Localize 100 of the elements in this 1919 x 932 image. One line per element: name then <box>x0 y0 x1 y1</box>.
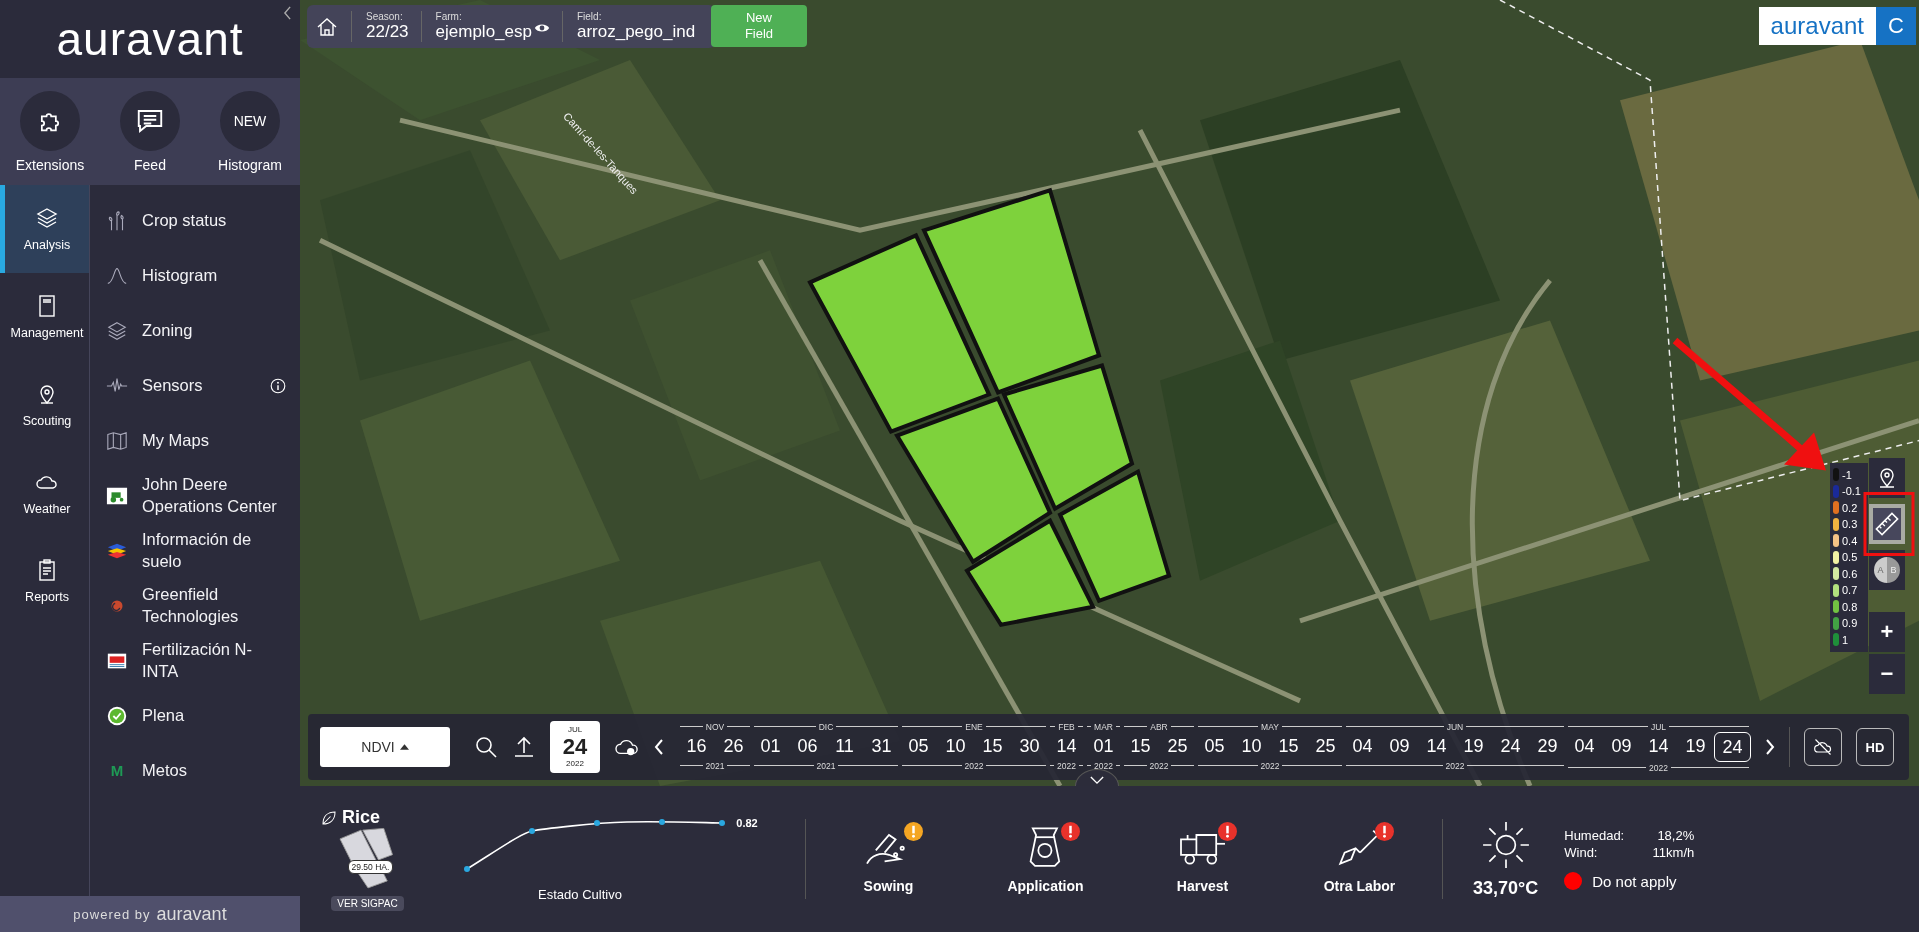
menu-item[interactable]: Metos <box>142 759 286 782</box>
menu-item[interactable]: My Maps <box>142 429 286 452</box>
menu-item[interactable]: Fertilización N-INTA <box>142 639 286 682</box>
ndvi-field[interactable] <box>894 396 1053 565</box>
eye-icon[interactable] <box>533 22 550 34</box>
new-badge[interactable]: NEW <box>220 90 280 151</box>
date-item[interactable]: 15 <box>1270 732 1307 760</box>
date-item[interactable]: 10 <box>937 732 974 760</box>
menu-item[interactable]: Sensors <box>142 374 256 397</box>
date-item[interactable]: 24 <box>1714 732 1751 762</box>
upload-icon[interactable] <box>512 735 536 759</box>
season-value[interactable]: 22/23 <box>366 22 409 42</box>
date-item[interactable]: 14 <box>1640 732 1677 762</box>
nav-tab[interactable]: Weather <box>0 449 89 537</box>
legend-label: 0.8 <box>1842 600 1858 613</box>
search-icon[interactable] <box>474 735 498 759</box>
ndvi-field[interactable] <box>921 187 1102 395</box>
weather-value: 18,2% <box>1657 828 1695 843</box>
cloud-off-button[interactable] <box>1804 728 1842 766</box>
date-item[interactable]: 06 <box>789 732 826 760</box>
date-item[interactable]: 31 <box>863 732 900 760</box>
data-point <box>594 819 601 826</box>
powered-by-label: powered by <box>73 906 151 922</box>
ndvi-field[interactable] <box>1057 468 1172 604</box>
compare-tool-button[interactable]: A B <box>1869 550 1905 590</box>
date-item[interactable]: 09 <box>1603 732 1640 762</box>
date-item[interactable]: 16 <box>678 732 715 760</box>
date-item[interactable]: 01 <box>1085 732 1122 760</box>
menu-item[interactable]: Greenfield Technologies <box>142 584 286 627</box>
caret-up-icon <box>399 744 409 750</box>
warning-icon <box>1060 822 1080 841</box>
year-label: 2021 <box>705 760 725 771</box>
info-icon[interactable] <box>270 377 286 394</box>
month-label: ENE <box>965 721 983 732</box>
zoom-out-button[interactable]: − <box>1869 654 1905 694</box>
date-item[interactable]: 05 <box>1196 732 1233 760</box>
menu-item[interactable]: Crop status <box>142 209 286 232</box>
date-item[interactable]: 15 <box>974 732 1011 760</box>
date-item[interactable]: 30 <box>1011 732 1048 760</box>
year-label: 2022 <box>1149 760 1169 771</box>
chevron-right-icon[interactable] <box>1765 739 1775 755</box>
shortcut-label[interactable]: Extensions <box>15 156 85 173</box>
date-item[interactable]: 09 <box>1381 732 1418 760</box>
task-label[interactable]: Application <box>1007 878 1084 894</box>
data-point <box>719 819 726 826</box>
nav-tab[interactable]: Reports <box>0 537 89 625</box>
legend-label: -0.1 <box>1842 485 1861 498</box>
date-item[interactable]: 29 <box>1529 732 1566 760</box>
layers-icon <box>106 319 128 342</box>
date-item[interactable]: 11 <box>826 732 863 760</box>
date-item[interactable]: 19 <box>1677 732 1714 762</box>
nav-tab[interactable]: Management <box>0 273 89 361</box>
shortcut-label[interactable]: Feed <box>134 156 166 173</box>
highlight-frame <box>1863 492 1915 556</box>
date-item[interactable]: 10 <box>1233 732 1270 760</box>
date-card[interactable]: JUL 24 2022 <box>550 721 600 773</box>
index-dropdown[interactable]: NDVI <box>320 727 450 767</box>
menu-item[interactable]: Histogram <box>142 264 286 287</box>
sigpac-button[interactable]: VER SIGPAC <box>331 896 404 911</box>
task-label[interactable]: Otra Labor <box>1323 878 1396 894</box>
chevron-left-icon[interactable] <box>283 6 292 20</box>
nav-tab[interactable]: Scouting <box>0 361 89 449</box>
warning-icon <box>1374 822 1394 841</box>
month-label: FEB <box>1058 721 1075 732</box>
date-item[interactable]: 26 <box>715 732 752 760</box>
hd-button[interactable]: HD <box>1856 728 1894 766</box>
ndvi-field[interactable] <box>964 517 1096 627</box>
menu-item[interactable]: John Deere Operations Center <box>142 474 286 517</box>
menu-item[interactable]: Información de suelo <box>142 529 286 572</box>
shortcut-label[interactable]: Histogram <box>218 156 282 173</box>
zoom-in-button[interactable]: + <box>1869 612 1905 652</box>
legend-label: 0.7 <box>1842 584 1858 597</box>
ndvi-field[interactable] <box>1001 362 1135 512</box>
menu-item[interactable]: Zoning <box>142 319 286 342</box>
farm-value[interactable]: ejemplo_esp <box>435 22 532 42</box>
ruler-icon <box>1875 512 1899 536</box>
task-label[interactable]: Sowing <box>863 878 914 894</box>
ruler-tool-button[interactable] <box>1869 504 1905 544</box>
menu-item[interactable]: Plena <box>142 704 286 727</box>
date-item[interactable]: 01 <box>752 732 789 760</box>
ndvi-field[interactable] <box>807 232 992 435</box>
date-item[interactable]: 05 <box>900 732 937 760</box>
field-value[interactable]: arroz_pego_ind <box>576 22 696 42</box>
date-item[interactable]: 04 <box>1344 732 1381 760</box>
date-item[interactable]: 24 <box>1492 732 1529 760</box>
date-item[interactable]: 25 <box>1159 732 1196 760</box>
area-label: 29.50 HA. <box>347 860 394 874</box>
date-item[interactable]: 19 <box>1455 732 1492 760</box>
date-item[interactable]: 25 <box>1307 732 1344 760</box>
month-label: JUL <box>1650 721 1667 732</box>
year-label: 2022 <box>1649 762 1668 773</box>
pin-tool-button[interactable] <box>1869 458 1905 498</box>
date-item[interactable]: 14 <box>1418 732 1455 760</box>
nav-tab[interactable]: Analysis <box>0 185 89 273</box>
date-item[interactable]: 04 <box>1566 732 1603 762</box>
date-item[interactable]: 15 <box>1122 732 1159 760</box>
date-item[interactable]: 14 <box>1048 732 1085 760</box>
month-label: MAR <box>1094 721 1113 732</box>
user-initial[interactable]: C <box>1876 7 1916 45</box>
task-label[interactable]: Harvest <box>1176 878 1229 894</box>
